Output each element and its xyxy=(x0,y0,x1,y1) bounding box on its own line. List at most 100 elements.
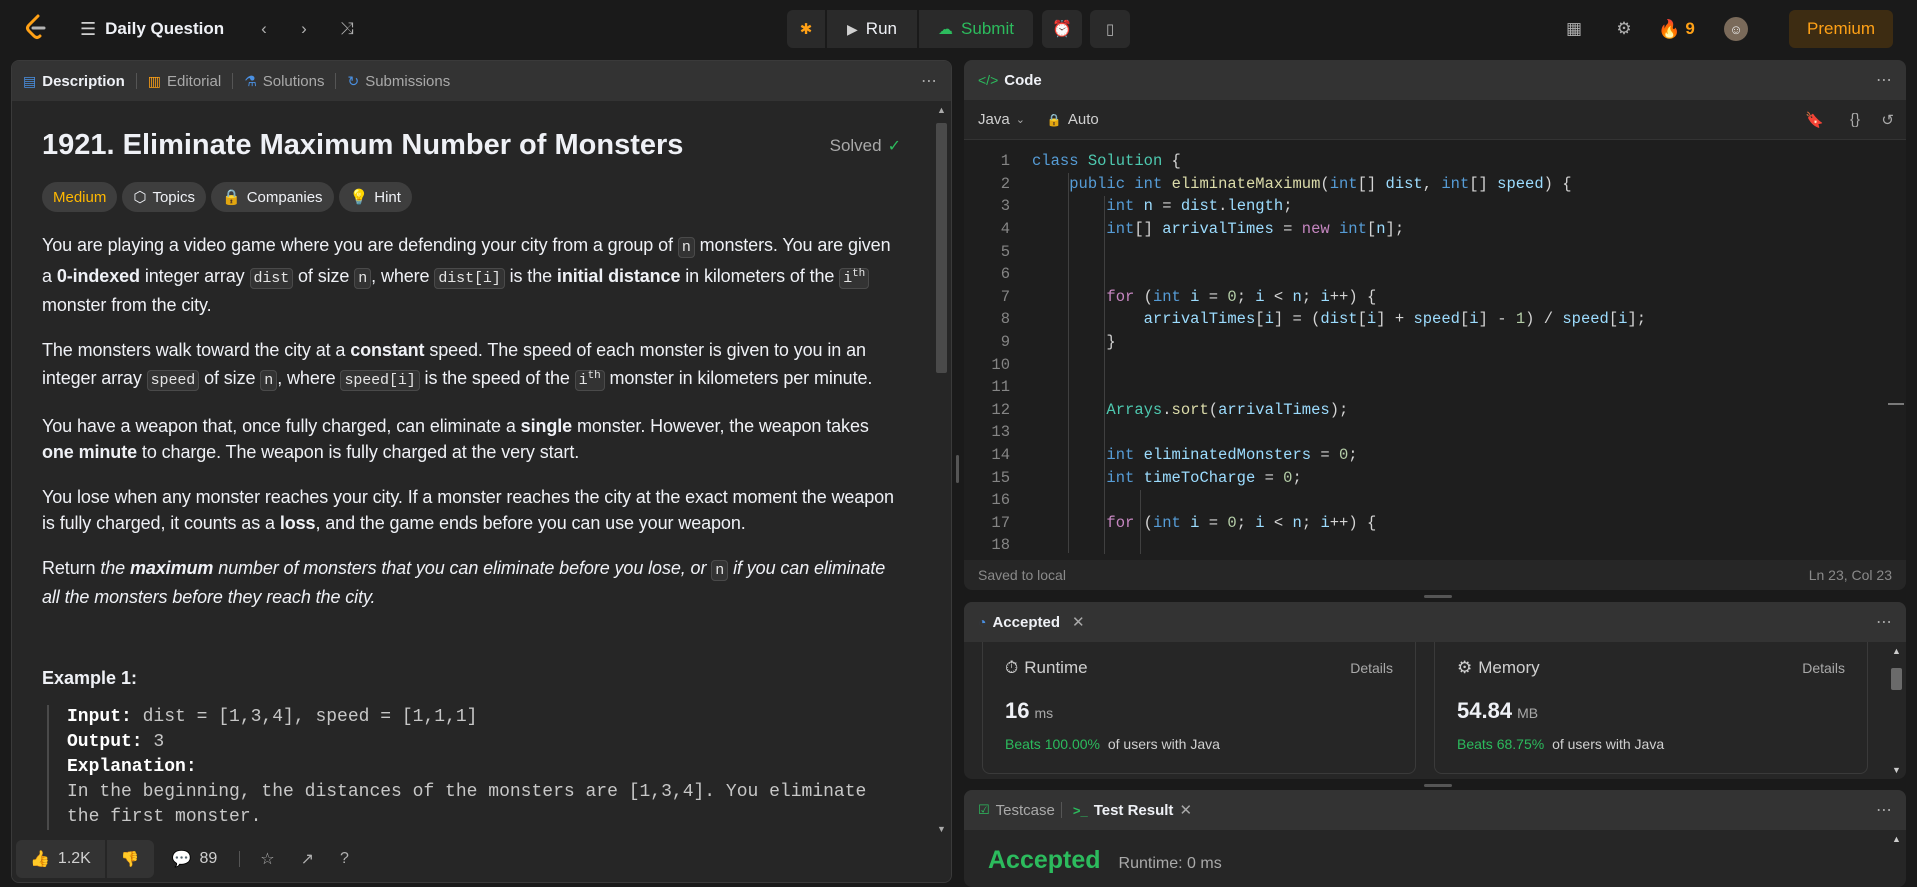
tab-submissions[interactable]: ↻ Submissions xyxy=(336,61,461,101)
inline-code: n xyxy=(677,237,695,258)
tab-test-result[interactable]: >_ Test Result ✕ xyxy=(1062,790,1203,830)
share-icon: ↗ xyxy=(300,851,314,868)
inline-code: speed xyxy=(146,370,200,391)
description-scrollbar[interactable]: ▲ ▼ xyxy=(932,101,950,836)
like-button[interactable]: 👍 1.2K xyxy=(16,840,105,878)
tab-solutions[interactable]: ⚗ Solutions xyxy=(233,61,335,101)
feedback-button[interactable]: ? xyxy=(340,850,349,868)
line-number: 15 xyxy=(991,468,1010,487)
runtime-details-link[interactable]: Details xyxy=(1350,660,1393,676)
timer-button[interactable]: ⏰ xyxy=(1042,10,1082,48)
memory-beats-suffix: of users with Java xyxy=(1552,736,1665,752)
result-panel: ◔ Accepted ✕ ⋯ ⏱ Runtime Details 16 ms B… xyxy=(964,602,1906,779)
panel-resize-handle[interactable] xyxy=(956,455,959,483)
result-scrollbar[interactable]: ▲ ▼ xyxy=(1888,642,1904,777)
next-problem-button[interactable]: › xyxy=(294,16,314,42)
tab-testcase[interactable]: ☑ Testcase xyxy=(978,790,1061,830)
scroll-up-arrow[interactable]: ▲ xyxy=(937,105,946,115)
memory-card[interactable]: ⚙ Memory Details 54.84 MB Beats 68.75% o… xyxy=(1434,642,1868,774)
explanation-text: In the beginning, the distances of the m… xyxy=(67,782,867,827)
auto-mode[interactable]: 🔒 Auto xyxy=(1047,111,1099,128)
scroll-down-arrow[interactable]: ▼ xyxy=(937,824,946,834)
line-number: 1 xyxy=(1000,152,1010,171)
line-number: 18 xyxy=(991,536,1010,554)
streak-counter[interactable]: 🔥 9 xyxy=(1658,16,1695,42)
paragraph-2: The monsters walk toward the city at a c… xyxy=(42,337,901,394)
runtime-value: 16 xyxy=(1005,698,1030,723)
language-label: Java xyxy=(978,111,1010,128)
test-status: Accepted xyxy=(988,846,1101,874)
problem-title[interactable]: 1921. Eliminate Maximum Number of Monste… xyxy=(42,129,683,162)
problem-list-button[interactable]: ☰ Daily Question xyxy=(80,16,224,42)
scroll-up-arrow[interactable]: ▲ xyxy=(1892,834,1901,844)
prev-problem-button[interactable]: ‹ xyxy=(254,16,274,42)
tab-label: Test Result xyxy=(1093,801,1174,819)
history-icon: ↻ xyxy=(347,72,360,89)
run-button[interactable]: ▶ Run xyxy=(827,10,917,48)
comments-button[interactable]: 💬 89 xyxy=(172,849,218,869)
layout-button[interactable]: ▦ xyxy=(1562,16,1586,42)
code-editor[interactable]: 1 class Solution { 2 public int eliminate… xyxy=(964,148,1888,554)
close-icon[interactable]: ✕ xyxy=(1072,613,1085,631)
leetcode-logo[interactable] xyxy=(24,12,50,44)
share-button[interactable]: ↗ xyxy=(301,849,314,869)
debug-button[interactable]: ✱ xyxy=(787,10,825,48)
inline-code: speed[i] xyxy=(340,370,420,391)
line-number: 8 xyxy=(1000,310,1010,329)
horizontal-resize-handle[interactable] xyxy=(1424,595,1452,598)
companies-button[interactable]: 🔒 Companies xyxy=(211,182,334,212)
avatar[interactable]: ☺ xyxy=(1724,17,1748,41)
inline-code: n xyxy=(260,370,278,391)
test-result-content: Accepted Runtime: 0 ms xyxy=(988,846,1222,875)
horizontal-resize-handle[interactable] xyxy=(1424,784,1452,787)
code-line: 8 arrivalTimes[i] = (dist[i] + speed[i] … xyxy=(964,308,1888,331)
paragraph-3: You have a weapon that, once fully charg… xyxy=(42,413,901,465)
runtime-card[interactable]: ⏱ Runtime Details 16 ms Beats 100.00% of… xyxy=(982,642,1416,774)
favorite-button[interactable]: ☆ xyxy=(260,849,274,869)
text: integer array xyxy=(139,266,250,286)
notes-button[interactable]: ▯ xyxy=(1090,10,1130,48)
bookmark-button[interactable]: 🔖 xyxy=(1805,111,1824,129)
close-icon[interactable]: ✕ xyxy=(1179,801,1192,819)
line-number: 9 xyxy=(1000,333,1010,352)
topics-button[interactable]: ⬡ Topics xyxy=(122,182,206,212)
settings-button[interactable]: ⚙ xyxy=(1612,16,1636,42)
memory-details-link[interactable]: Details xyxy=(1802,660,1845,676)
dislike-button[interactable]: 👎 xyxy=(106,840,154,878)
scroll-thumb[interactable] xyxy=(1891,668,1902,690)
footer-divider xyxy=(239,851,241,867)
submit-button[interactable]: ☁ Submit xyxy=(919,10,1033,48)
scroll-down-arrow[interactable]: ▼ xyxy=(1892,765,1901,775)
code-line: 13 xyxy=(964,421,1888,444)
help-icon: ? xyxy=(340,850,349,867)
tab-editorial[interactable]: ▥ Editorial xyxy=(137,61,232,101)
reset-button[interactable]: ↺ xyxy=(1881,111,1894,129)
more-options-icon[interactable]: ⋯ xyxy=(1876,612,1892,632)
text: monster from the city. xyxy=(42,295,212,315)
runtime-unit: ms xyxy=(1034,705,1054,721)
daily-question-title: Daily Question xyxy=(105,19,225,38)
tab-label: Submissions xyxy=(365,72,451,90)
hint-button[interactable]: 💡 Hint xyxy=(338,182,412,212)
comment-count: 89 xyxy=(199,850,218,867)
testcase-scrollbar[interactable]: ▲ xyxy=(1888,830,1904,887)
premium-button[interactable]: Premium xyxy=(1789,10,1893,48)
format-button[interactable]: {} xyxy=(1850,111,1860,128)
scroll-thumb[interactable] xyxy=(936,123,947,373)
code-title: Code xyxy=(1004,71,1042,89)
mode-label: Auto xyxy=(1067,111,1099,128)
more-options-icon[interactable]: ⋯ xyxy=(1876,70,1892,90)
tab-description[interactable]: ▤ Description xyxy=(12,61,136,101)
editor-scrollbar-marker[interactable] xyxy=(1888,403,1904,405)
more-options-icon[interactable]: ⋯ xyxy=(921,71,937,91)
superscript: th xyxy=(852,268,866,280)
random-problem-button[interactable]: ⤨ xyxy=(336,16,358,42)
scroll-up-arrow[interactable]: ▲ xyxy=(1892,646,1901,656)
runtime-label: Runtime xyxy=(1024,658,1088,677)
more-options-icon[interactable]: ⋯ xyxy=(1876,800,1892,820)
language-select[interactable]: Java ⌄ xyxy=(978,111,1025,128)
code-icon: </> xyxy=(978,72,999,88)
testcase-panel-header: ☑ Testcase >_ Test Result ✕ ⋯ xyxy=(964,790,1906,830)
user-avatar-icon: ☺ xyxy=(1729,21,1743,37)
code-text: int[] arrivalTimes = new int[n]; xyxy=(1106,220,1405,239)
